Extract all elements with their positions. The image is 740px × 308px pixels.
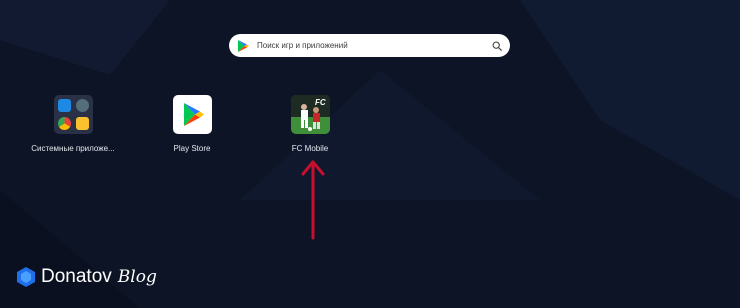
search-input[interactable] — [257, 36, 492, 55]
app-system-apps[interactable]: Системные приложе... — [23, 95, 123, 153]
chrome-icon — [57, 117, 71, 130]
watermark-brand: Donatov — [41, 266, 112, 287]
play-store-icon — [238, 39, 249, 52]
arrow-up-icon — [301, 160, 325, 240]
play-store-icon — [172, 95, 212, 134]
watermark-sub: Blog — [117, 267, 157, 287]
app-play-store[interactable]: Play Store — [142, 95, 242, 153]
app-label: Play Store — [173, 144, 211, 153]
watermark: Donatov Blog — [15, 266, 157, 288]
fc-mobile-artwork: FC — [290, 95, 330, 134]
app-fc-mobile[interactable]: FC FC Mobile — [260, 95, 360, 153]
camera-icon — [57, 99, 71, 112]
settings-icon — [75, 99, 89, 112]
search-bar[interactable] — [229, 34, 510, 57]
app-label: Системные приложе... — [31, 144, 115, 153]
app-label: FC Mobile — [291, 144, 329, 153]
search-icon[interactable] — [492, 41, 502, 51]
fc-mobile-icon: FC — [290, 95, 330, 134]
svg-text:FC: FC — [315, 98, 326, 107]
files-icon — [75, 117, 89, 130]
play-store-logo — [183, 103, 204, 126]
system-apps-folder-icon — [53, 95, 93, 134]
donatov-logo-icon — [17, 267, 35, 287]
